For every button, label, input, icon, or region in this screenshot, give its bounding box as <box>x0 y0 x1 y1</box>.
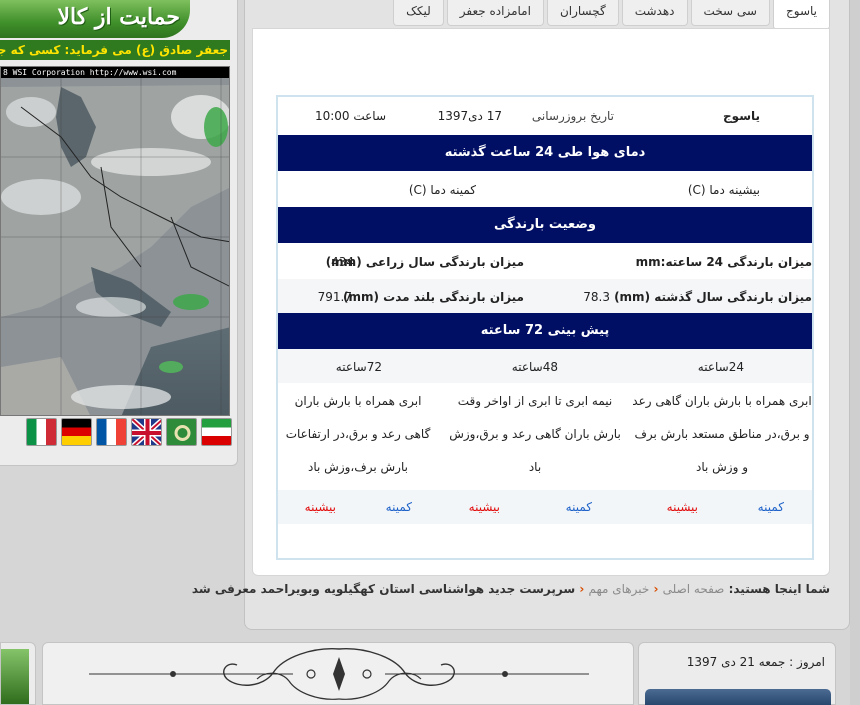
forecast-minmax-row: کمینه بیشینه کمینه بیشینه کمینه بیشینه <box>278 490 812 524</box>
update-time: ساعت 10:00 <box>314 109 386 123</box>
breadcrumb-separator-icon: ‹ <box>653 582 659 596</box>
breadcrumb-news-link[interactable]: خبرهای مهم <box>588 582 649 596</box>
min-label-24: کمینه <box>757 500 784 514</box>
today-date: امروز : جمعه 21 دی 1397 <box>686 655 825 669</box>
rain-header: وضعیت بارندگی <box>278 207 812 243</box>
forecast-periods-row: 24ساعته 48ساعته 72ساعته <box>278 349 812 383</box>
tab-gachsaran[interactable]: گچساران <box>546 0 619 26</box>
hadith-text: جعفر صادق (ع) می فرماید: کسی که جلوی <box>0 43 228 57</box>
banner-text: حمایت از کالا <box>57 4 180 30</box>
min-temp-label: کمینه دما (C) <box>408 183 476 197</box>
left-sidebar: حمایت از کالا جعفر صادق (ع) می فرماید: ک… <box>0 0 238 466</box>
min-label-48: کمینه <box>565 500 592 514</box>
max-temp-label: بیشینه دما (C) <box>687 183 760 197</box>
max-label-24: بیشینه <box>666 500 698 514</box>
uk-flag-graphic <box>132 419 161 445</box>
page-scrollbar[interactable] <box>850 0 860 705</box>
station-city: یاسوج <box>723 109 760 123</box>
arab-flag-graphic <box>174 425 191 441</box>
min-label-72: کمینه <box>385 500 412 514</box>
temp-header: دمای هوا طی 24 ساعت گذشته <box>278 135 812 171</box>
flag-italy-icon[interactable] <box>26 418 57 446</box>
tab-emamzadeh-jafar[interactable]: امامزاده جعفر <box>446 0 544 26</box>
flag-arabic-icon[interactable] <box>166 418 197 446</box>
max-label-48: بیشینه <box>468 500 500 514</box>
period-72: 72ساعته <box>335 360 382 374</box>
ornament-divider-icon <box>89 648 589 700</box>
update-date: 17 دی1397 <box>437 109 502 123</box>
ornament-box <box>42 642 634 705</box>
update-label: تاریخ بروزرسانی <box>531 109 614 123</box>
breadcrumb-home-link[interactable]: صفحه اصلی <box>663 582 725 596</box>
city-tabs: یاسوج سی سخت دهدشت گچساران امامزاده جعفر… <box>350 0 830 30</box>
weather-table: یاسوج تاریخ بروزرسانی 17 دی1397 ساعت 10:… <box>276 95 814 560</box>
forecast-text-48: نیمه ابری تا ابری از اواخر وقت بارش بارا… <box>449 394 621 474</box>
breadcrumb-separator-icon: ‹ <box>579 582 585 596</box>
bottom-left-banner[interactable] <box>1 649 29 704</box>
tab-si-sakht[interactable]: سی سخت <box>690 0 770 26</box>
forecast-header: پیش بینی 72 ساعته <box>278 313 812 349</box>
campaign-banner[interactable]: حمایت از کالا <box>0 0 190 38</box>
tab-yasuj[interactable]: یاسوج <box>773 0 830 30</box>
max-label-72: بیشینه <box>304 500 336 514</box>
breadcrumb: شما اینجا هستید: صفحه اصلی ‹ خبرهای مهم … <box>192 582 830 600</box>
long-term-value: 791.7 <box>317 290 352 304</box>
rain-row-2: میزان بارندگی سال گذشته (mm) 78.3 میزان … <box>278 279 812 313</box>
satellite-map-image <box>1 78 229 415</box>
flag-iran-icon[interactable] <box>201 418 232 446</box>
agri-year-label: میزان بارندگی سال زراعی (mm) <box>325 255 524 269</box>
forecast-text-row: ابری همراه با بارش باران گاهی رعد و برق،… <box>278 385 812 489</box>
tab-likak[interactable]: لیکک <box>393 0 444 26</box>
language-flags <box>26 418 232 448</box>
temp-row: بیشینه دما (C) کمینه دما (C) <box>278 171 812 207</box>
breadcrumb-current: سرپرست جدید هواشناسی استان کهگیلویه وبوی… <box>191 582 576 596</box>
breadcrumb-prefix: شما اینجا هستید: <box>728 582 830 596</box>
tab-dehdasht[interactable]: دهدشت <box>621 0 688 26</box>
date-box: امروز : جمعه 21 دی 1397 <box>638 642 836 705</box>
forecast-text-24: ابری همراه با بارش باران گاهی رعد و برق،… <box>632 394 812 474</box>
satellite-map[interactable]: 8 WSI Corporation http://www.wsi.com <box>0 66 230 416</box>
blue-menu-strip[interactable] <box>645 689 831 705</box>
period-48: 48ساعته <box>511 360 558 374</box>
flag-uk-icon[interactable] <box>131 418 162 446</box>
period-24: 24ساعته <box>697 360 744 374</box>
agri-year-value: 434 <box>331 255 354 269</box>
last-year-label: میزان بارندگی سال گذشته (mm) <box>614 290 812 304</box>
flag-france-icon[interactable] <box>96 418 127 446</box>
rain24-label: میزان بارندگی 24 ساعته:mm <box>635 255 812 269</box>
forecast-text-72: ابری همراه با بارش باران گاهی رعد و برق،… <box>285 394 431 474</box>
last-year-value: 78.3 <box>583 290 610 304</box>
station-row: یاسوج تاریخ بروزرسانی 17 دی1397 ساعت 10:… <box>278 97 812 135</box>
hadith-ticker: جعفر صادق (ع) می فرماید: کسی که جلوی <box>0 40 230 60</box>
long-term-label: میزان بارندگی بلند مدت (mm) <box>343 290 524 304</box>
flag-germany-icon[interactable] <box>61 418 92 446</box>
bottom-left-box <box>0 642 36 705</box>
rain-row-1: میزان بارندگی 24 ساعته:mm میزان بارندگی … <box>278 243 812 279</box>
